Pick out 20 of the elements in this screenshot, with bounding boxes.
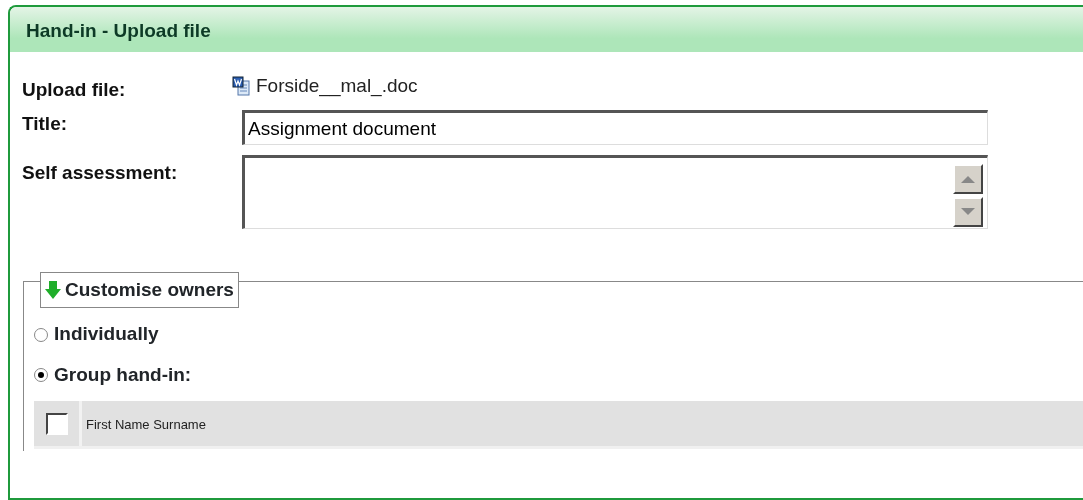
field-label: Title: bbox=[21, 112, 69, 136]
file-name[interactable]: Forside__mal_.doc bbox=[256, 72, 418, 101]
document-icon bbox=[232, 76, 252, 97]
radio-label[interactable]: Individually bbox=[54, 320, 159, 349]
scroll-down-button[interactable] bbox=[953, 197, 983, 227]
scroll-up-button[interactable] bbox=[953, 164, 983, 194]
radio-button[interactable] bbox=[34, 327, 48, 342]
radio-label[interactable]: Group hand-in: bbox=[54, 360, 192, 390]
self-assessment-field[interactable] bbox=[242, 155, 988, 229]
field-label: Self assessment: bbox=[21, 161, 179, 185]
field-label: Upload file: bbox=[21, 78, 127, 102]
title-field[interactable]: Assignment document bbox=[242, 110, 988, 145]
arrow-down-icon bbox=[45, 281, 61, 299]
member-name: First Name Surname bbox=[85, 416, 206, 435]
arrow-up-icon bbox=[961, 175, 975, 183]
checkbox[interactable] bbox=[45, 412, 68, 435]
customise-owners-toggle[interactable]: Customise owners bbox=[40, 271, 239, 309]
panel-title: Hand-in - Upload file bbox=[26, 20, 211, 41]
arrow-down-icon bbox=[961, 208, 975, 216]
radio-button[interactable] bbox=[34, 368, 48, 382]
